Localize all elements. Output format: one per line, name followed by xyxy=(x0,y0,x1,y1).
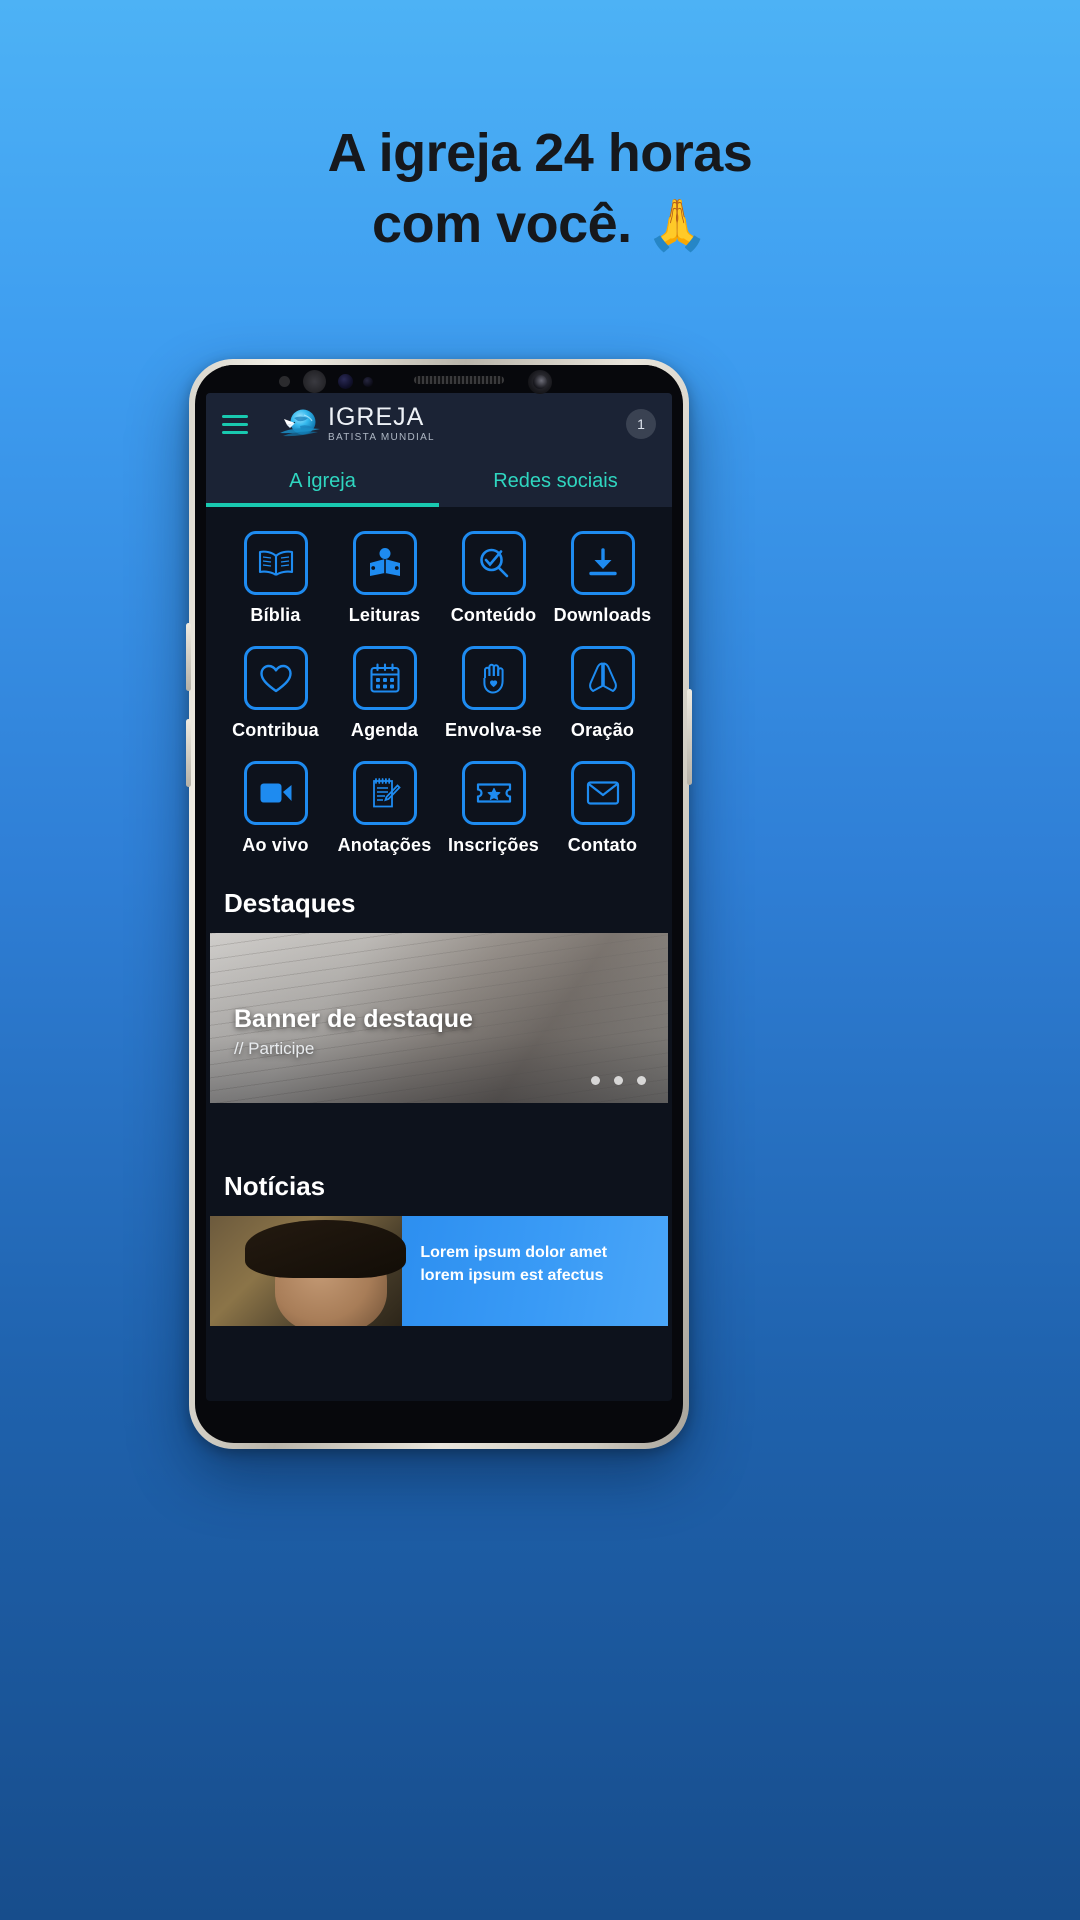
calendar-icon xyxy=(352,646,417,710)
section-spacer xyxy=(206,1103,672,1161)
notification-badge[interactable]: 1 xyxy=(626,409,656,439)
grid-label: Envolva-se xyxy=(444,720,543,740)
carousel-dot-1[interactable] xyxy=(591,1076,600,1085)
grid-item-envolva-se[interactable]: Envolva-se xyxy=(442,646,545,741)
praying-hands-icon xyxy=(570,646,635,710)
banner-text-block: Banner de destaque // Participe xyxy=(234,1005,473,1059)
grid-item-biblia[interactable]: Bíblia xyxy=(224,531,327,626)
promo-headline: A igreja 24 horas com você. 🙏 xyxy=(0,118,1080,261)
hamburger-menu-icon[interactable] xyxy=(222,414,248,434)
open-book-icon xyxy=(243,531,308,595)
carousel-dot-2[interactable] xyxy=(614,1076,623,1085)
headline-line-1: A igreja 24 horas xyxy=(327,123,753,183)
carousel-dots xyxy=(591,1076,646,1085)
grid-label: Oração xyxy=(570,720,635,740)
grid-item-downloads[interactable]: Downloads xyxy=(551,531,654,626)
video-camera-icon xyxy=(243,761,308,825)
ticket-star-icon xyxy=(461,761,526,825)
person-reading-icon xyxy=(352,531,417,595)
notepad-pencil-icon xyxy=(352,761,417,825)
grid-item-agenda[interactable]: Agenda xyxy=(333,646,436,741)
grid-label: Leituras xyxy=(348,605,421,625)
phone-bezel: IGREJA BATISTA MUNDIAL 1 A igreja Redes … xyxy=(195,365,683,1443)
phone-mockup: IGREJA BATISTA MUNDIAL 1 A igreja Redes … xyxy=(186,359,692,1449)
grid-item-oracao[interactable]: Oração xyxy=(551,646,654,741)
grid-label: Contribua xyxy=(232,720,319,740)
magnifier-check-icon xyxy=(461,531,526,595)
brand-name: IGREJA xyxy=(328,403,425,431)
praying-hands-emoji-icon: 🙏 xyxy=(646,197,708,254)
grid-label: Agenda xyxy=(350,720,419,740)
news-thumbnail-hair xyxy=(244,1220,407,1278)
envelope-icon xyxy=(570,761,635,825)
phone-power-button[interactable] xyxy=(687,689,692,785)
secondary-sensor-icon xyxy=(363,377,373,387)
phone-sensor-bar xyxy=(195,365,683,394)
brand-text-block: IGREJA BATISTA MUNDIAL xyxy=(328,405,435,443)
grid-item-leituras[interactable]: Leituras xyxy=(333,531,436,626)
phone-volume-down-button[interactable] xyxy=(186,719,191,787)
grid-item-contribua[interactable]: Contribua xyxy=(224,646,327,741)
light-sensor-icon xyxy=(338,374,353,389)
grid-item-conteudo[interactable]: Conteúdo xyxy=(442,531,545,626)
headline-line-2: com você. 🙏 xyxy=(0,189,1080,260)
news-item-title: Lorem ipsum dolor amet lorem ipsum est a… xyxy=(402,1216,668,1326)
brand-subtitle: BATISTA MUNDIAL xyxy=(328,432,435,443)
download-arrow-icon xyxy=(570,531,635,595)
grid-item-inscricoes[interactable]: Inscrições xyxy=(442,761,545,856)
heart-icon xyxy=(243,646,308,710)
banner-subtitle: // Participe xyxy=(234,1039,315,1058)
shortcut-grid: Bíblia Leituras Conteúdo Downloads Contr… xyxy=(206,507,672,878)
tab-a-igreja[interactable]: A igreja xyxy=(206,455,439,507)
highlight-banner[interactable]: Banner de destaque // Participe xyxy=(210,933,668,1103)
carousel-dot-3[interactable] xyxy=(637,1076,646,1085)
news-thumbnail-image xyxy=(210,1216,407,1326)
grid-label: Bíblia xyxy=(250,605,301,625)
grid-label: Downloads xyxy=(553,605,652,625)
banner-title: Banner de destaque xyxy=(234,1005,473,1033)
grid-item-contato[interactable]: Contato xyxy=(551,761,654,856)
tab-active-indicator xyxy=(206,503,439,507)
grid-label: Contato xyxy=(567,835,638,855)
tab-bar: A igreja Redes sociais xyxy=(206,455,672,507)
headline-line-2-text: com você. xyxy=(372,194,632,255)
earpiece-speaker-icon xyxy=(414,376,504,384)
grid-label: Ao vivo xyxy=(242,835,309,855)
app-screen: IGREJA BATISTA MUNDIAL 1 A igreja Redes … xyxy=(206,393,672,1401)
grid-label: Conteúdo xyxy=(450,605,537,625)
raised-hand-heart-icon xyxy=(461,646,526,710)
tab-redes-sociais[interactable]: Redes sociais xyxy=(439,455,672,507)
news-card[interactable]: Lorem ipsum dolor amet lorem ipsum est a… xyxy=(210,1216,668,1326)
front-camera-icon xyxy=(528,370,552,394)
grid-item-ao-vivo[interactable]: Ao vivo xyxy=(224,761,327,856)
proximity-sensor-icon xyxy=(279,376,290,387)
globe-dove-logo-icon xyxy=(278,406,322,442)
phone-volume-up-button[interactable] xyxy=(186,623,191,691)
highlights-section-title: Destaques xyxy=(206,878,672,933)
grid-label: Anotações xyxy=(337,835,432,855)
grid-item-anotacoes[interactable]: Anotações xyxy=(333,761,436,856)
grid-label: Inscrições xyxy=(447,835,540,855)
app-bar: IGREJA BATISTA MUNDIAL 1 xyxy=(206,393,672,455)
news-section-title: Notícias xyxy=(206,1161,672,1216)
page-root: A igreja 24 horas com você. 🙏 IGREJA BAT… xyxy=(0,0,1080,1920)
app-brand: IGREJA BATISTA MUNDIAL xyxy=(278,405,612,443)
iris-scanner-icon xyxy=(303,370,326,393)
